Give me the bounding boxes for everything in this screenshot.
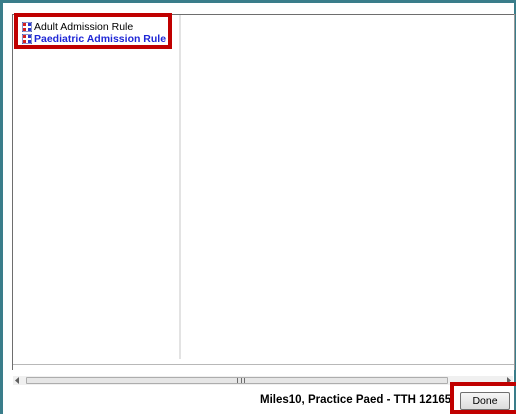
- panel-border-right: [514, 14, 515, 370]
- window-frame-top: [0, 0, 516, 3]
- panel-border-bottom: [13, 364, 514, 365]
- highlight-box-done: [450, 382, 516, 414]
- window-frame-left: [0, 0, 3, 414]
- highlight-box-rules: [14, 13, 172, 49]
- scrollbar-grip-icon: [237, 377, 245, 384]
- scroll-left-icon[interactable]: [13, 376, 22, 385]
- rules-list-pane: [13, 15, 179, 359]
- rule-detail-pane: [181, 15, 514, 359]
- patient-status-label: Miles10, Practice Paed - TTH 12165: [260, 394, 452, 406]
